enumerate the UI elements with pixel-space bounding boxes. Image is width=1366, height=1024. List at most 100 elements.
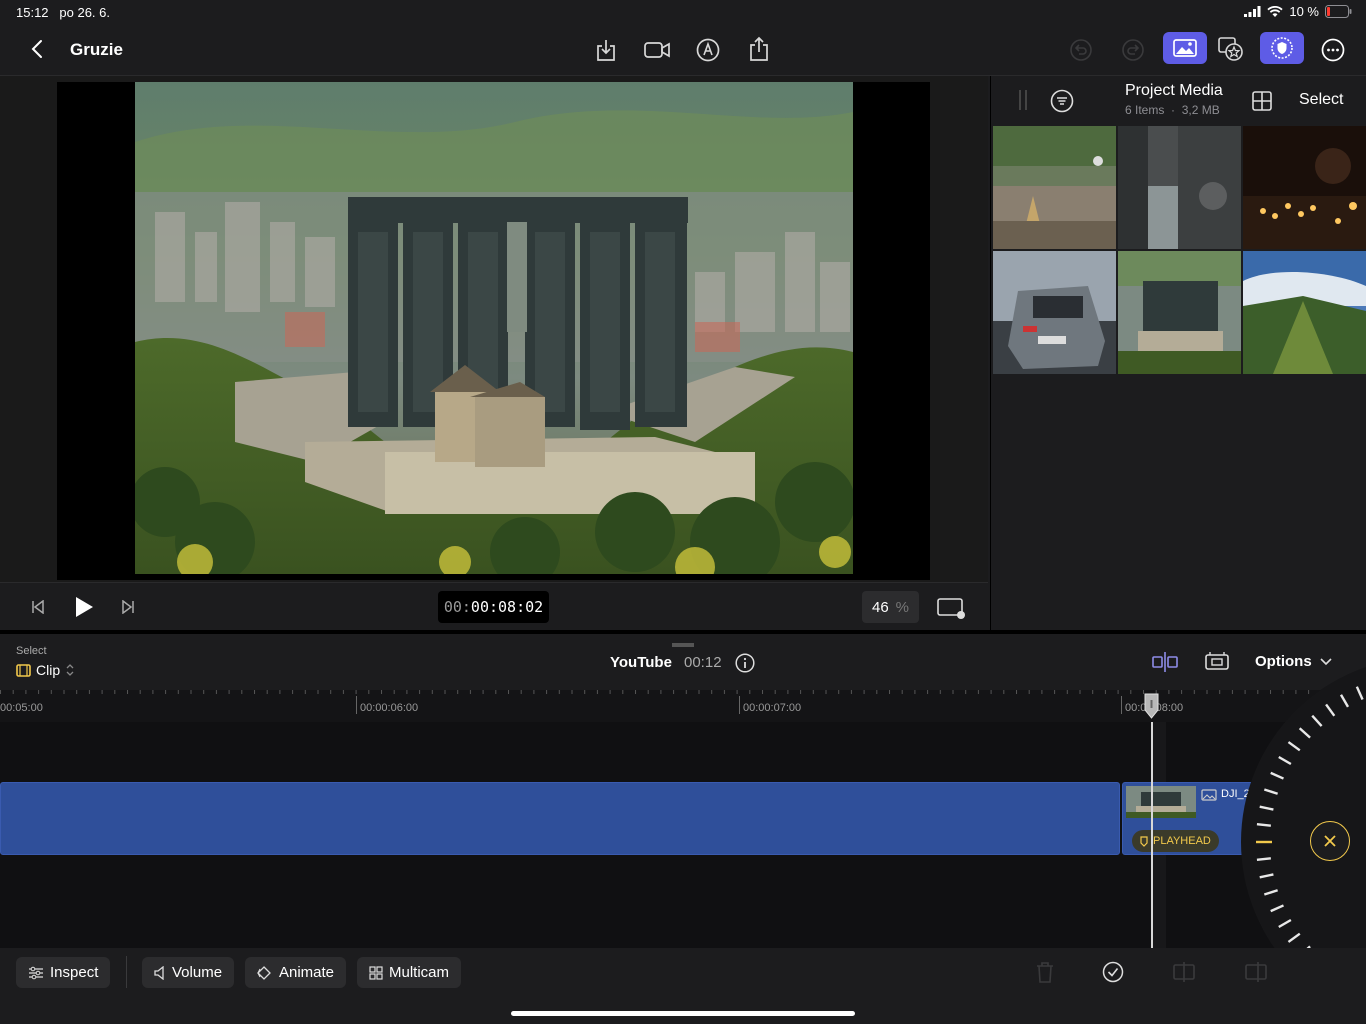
filmstrip-icon (1205, 652, 1229, 670)
jog-tick (1256, 823, 1271, 827)
trash-icon (1037, 962, 1053, 983)
battery-icon (1325, 5, 1352, 18)
shield-circle-icon (1271, 37, 1293, 59)
media-thumb-car[interactable] (993, 251, 1116, 374)
project-title: Gruzie (70, 40, 123, 59)
toolbar-separator (126, 956, 127, 988)
drag-handle[interactable] (1019, 90, 1027, 110)
project-info-button[interactable] (733, 651, 757, 675)
delete-button[interactable] (1032, 959, 1058, 985)
ruler-label-1: 00:05:00 (0, 702, 43, 714)
filter-button[interactable] (1048, 87, 1076, 115)
media-browser: Project Media 6 Items · 3,2 MB Select (990, 76, 1366, 630)
photo-icon (1173, 39, 1197, 57)
playhead-handle[interactable] (1143, 692, 1160, 720)
timeline-header: Select Clip YouTube 00:12 Options (0, 634, 1366, 690)
clip-icon (16, 663, 31, 677)
timeline-tracks[interactable]: DJI_20230604104121_0355 PLAYHEAD (0, 722, 1366, 948)
snapping-icon (1152, 652, 1178, 672)
viewer-frame-image (135, 82, 853, 574)
clip-thumbnail (1126, 786, 1196, 818)
multicam-button[interactable]: Multicam (357, 957, 462, 988)
home-indicator (511, 1011, 855, 1016)
media-browser-button[interactable] (1163, 32, 1207, 64)
media-subtitle: 6 Items · 3,2 MB (1125, 103, 1220, 117)
effects-browser-button[interactable] (1214, 34, 1246, 64)
media-title: Project Media (1125, 82, 1223, 99)
media-thumb-candles[interactable] (1243, 126, 1366, 249)
camera-button[interactable] (641, 36, 673, 64)
snapping-button[interactable] (1150, 649, 1180, 675)
import-button[interactable] (592, 36, 620, 64)
display-icon (937, 598, 965, 619)
transport-bar: 00: 00:08:02 46% (0, 582, 988, 630)
viewer-options-button[interactable] (934, 595, 968, 621)
volume-button[interactable]: Volume (142, 957, 235, 988)
skip-forward-button[interactable] (116, 595, 140, 619)
project-name: YouTube (610, 654, 672, 671)
skip-back-button[interactable] (26, 595, 50, 619)
play-icon (76, 597, 93, 617)
jog-tick (1256, 857, 1271, 861)
wifi-icon (1267, 5, 1283, 17)
share-button[interactable] (745, 34, 773, 64)
star-photos-icon (1218, 37, 1243, 61)
speaker-icon (154, 965, 164, 980)
back-button[interactable] (24, 36, 50, 62)
timeline-clip-1[interactable] (0, 782, 1120, 855)
project-duration: 00:12 (684, 654, 722, 671)
info-icon (735, 653, 755, 673)
media-thumb-monument-closeup[interactable] (1118, 126, 1241, 249)
detach-button[interactable] (1242, 959, 1270, 985)
split-button[interactable] (1170, 959, 1198, 985)
audio-meter-button[interactable] (1260, 32, 1304, 64)
redo-button[interactable] (1120, 37, 1146, 63)
media-thumb-monument[interactable] (1118, 251, 1241, 374)
status-time: 15:12 po 26. 6. (16, 5, 110, 20)
undo-button[interactable] (1068, 37, 1094, 63)
battery-percent: 10 % (1289, 4, 1319, 19)
multicam-grid-icon (369, 965, 383, 980)
animate-button[interactable]: Animate (245, 957, 347, 988)
ruler-label-3: 00:00:07:00 (743, 702, 802, 714)
select-mode-label: Select (16, 645, 47, 657)
inspect-button[interactable]: Inspect (16, 957, 111, 988)
undo-icon (1070, 39, 1092, 61)
playhead-line (1151, 722, 1153, 948)
clip-mode-selector[interactable]: Clip (16, 662, 75, 678)
import-icon (597, 40, 615, 61)
split-icon (1173, 962, 1195, 982)
skip-forward-icon (122, 600, 134, 614)
detach-icon (1245, 962, 1267, 982)
share-icon (750, 36, 768, 61)
timecode-display[interactable]: 00: 00:08:02 (438, 591, 549, 623)
status-right: 10 % (1244, 4, 1352, 19)
voiceover-button[interactable] (694, 36, 722, 64)
grid-view-button[interactable] (1249, 88, 1275, 114)
grid-icon (1252, 91, 1272, 111)
signal-icon (1244, 6, 1261, 17)
close-jog-button[interactable] (1310, 821, 1350, 861)
playhead-handle-icon (1144, 693, 1159, 719)
timeline-ruler[interactable]: 00:05:00 00:00:06:00 00:00:07:00 00:00:0… (0, 690, 1366, 722)
ellipsis-circle-icon (1321, 38, 1345, 62)
redo-icon (1122, 39, 1144, 61)
media-thumb-tbilisi[interactable] (993, 126, 1116, 249)
ruler-label-2: 00:00:06:00 (360, 702, 419, 714)
select-button[interactable]: Select (1299, 91, 1343, 109)
pen-circle-icon (696, 38, 720, 62)
playhead-badge: PLAYHEAD (1132, 830, 1219, 852)
status-bar: 15:12 po 26. 6. 10 % (0, 0, 1366, 24)
select-check-button[interactable] (1100, 959, 1126, 985)
chevron-updown-icon (66, 664, 74, 676)
media-thumb-landscape[interactable] (1243, 251, 1366, 374)
more-button[interactable] (1319, 36, 1347, 64)
sliders-icon (29, 966, 43, 979)
resize-handle[interactable] (672, 643, 694, 647)
play-button[interactable] (70, 593, 98, 621)
zoom-display[interactable]: 46% (862, 591, 919, 623)
chevron-left-icon (31, 40, 42, 58)
image-icon (1201, 789, 1217, 801)
clip-connect-button[interactable] (1202, 649, 1232, 675)
skip-back-icon (32, 600, 44, 614)
